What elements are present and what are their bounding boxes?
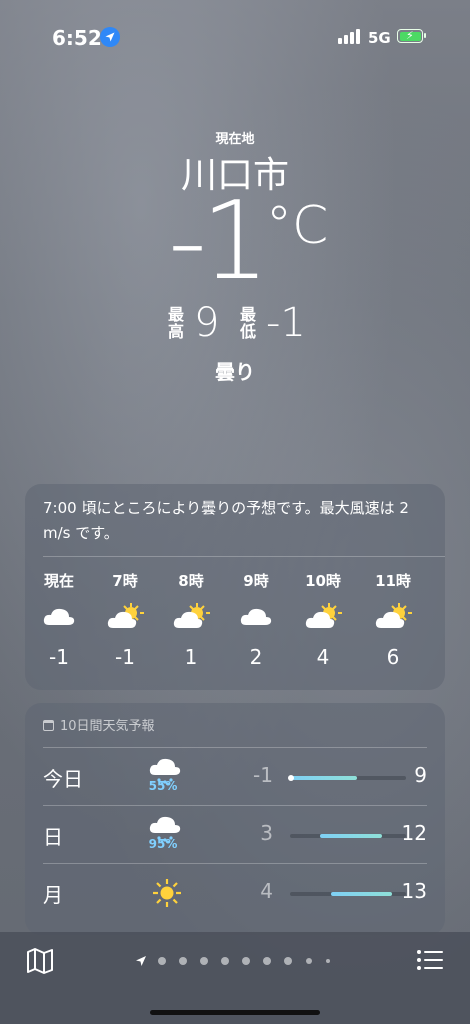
day-label: 日 — [43, 825, 63, 849]
hour-item: 11時 6 — [363, 570, 423, 669]
low-temp: 4 — [260, 879, 273, 903]
low-label: 最低 — [240, 305, 257, 341]
daily-row[interactable]: 今日 55% -1 9 — [43, 747, 427, 805]
hour-label: 11時 — [375, 572, 411, 590]
low-temp: 3 — [260, 821, 273, 845]
temp-range-fill — [330, 892, 393, 896]
hour-temp: 4 — [316, 645, 330, 669]
temperature-unit: °C — [266, 196, 329, 256]
precip-chance: 55% — [148, 779, 178, 793]
battery-charging-icon: ⚡ — [397, 29, 426, 43]
partly-sunny-icon — [161, 601, 221, 637]
hour-label: 8時 — [178, 572, 204, 590]
hour-label: 7時 — [112, 572, 138, 590]
high-label: 最高 — [168, 305, 185, 341]
temp-range-bar — [288, 775, 406, 781]
partly-sunny-icon — [95, 601, 155, 637]
sun-icon — [145, 871, 189, 915]
temp-range-bar — [290, 892, 406, 896]
temp-range-bar — [290, 834, 406, 838]
location-label: 現在地 — [215, 132, 255, 147]
location-arrow-icon — [136, 956, 146, 966]
map-icon[interactable] — [26, 948, 54, 974]
forecast-summary: 7:00 頃にところにより曇りの予想です。最大風速は 2 m/s です。 — [43, 499, 409, 542]
divider — [43, 556, 445, 557]
cloud-icon — [29, 601, 89, 637]
daily-forecast-header: 10日間天気予報 — [43, 715, 155, 734]
daily-row[interactable]: 月 4 13 — [43, 863, 427, 921]
hour-label: 9時 — [243, 572, 269, 590]
list-icon[interactable] — [416, 948, 444, 972]
status-time: 6:52 — [52, 26, 102, 50]
hourly-forecast-card[interactable]: 7:00 頃にところにより曇りの予想です。最大風速は 2 m/s です。 現在 … — [25, 484, 445, 690]
hour-temp: -1 — [115, 645, 135, 669]
daily-forecast-title: 10日間天気予報 — [60, 719, 155, 734]
bottom-toolbar — [0, 932, 470, 1024]
high-temp: 13 — [401, 879, 427, 903]
status-bar: 6:52 5G ⚡ — [0, 0, 470, 60]
hour-item: 8時 1 — [161, 570, 221, 669]
current-temperature: -1 — [168, 179, 270, 304]
hour-temp: 1 — [184, 645, 198, 669]
hour-item: 現在 -1 — [29, 570, 89, 669]
current-condition: 曇り — [215, 360, 255, 384]
calendar-icon — [43, 720, 54, 731]
day-label: 今日 — [43, 767, 83, 791]
hour-label: 10時 — [305, 572, 341, 590]
daily-forecast-card[interactable]: 10日間天気予報 今日 55% -1 9 日 95% 3 12 月 4 13 — [25, 703, 445, 935]
home-indicator — [150, 1010, 320, 1015]
hour-label: 現在 — [43, 572, 74, 590]
cloud-icon — [226, 601, 286, 637]
hour-item: 10時 4 — [293, 570, 353, 669]
day-label: 月 — [43, 883, 63, 907]
partly-sunny-icon — [293, 601, 353, 637]
partly-sunny-icon — [363, 601, 423, 637]
high-temp: 12 — [401, 821, 427, 845]
daily-row[interactable]: 日 95% 3 12 — [43, 805, 427, 863]
hour-temp: 6 — [386, 645, 400, 669]
low-temp: -1 — [253, 763, 273, 787]
hour-temp: -1 — [49, 645, 69, 669]
low-temp: -1 — [266, 300, 306, 346]
network-type: 5G — [368, 29, 391, 47]
temp-range-fill — [320, 834, 382, 838]
hour-temp: 2 — [249, 645, 263, 669]
hour-item: 9時 2 — [226, 570, 286, 669]
high-temp: 9 — [414, 763, 427, 787]
temp-range-fill — [290, 776, 358, 780]
location-services-icon — [100, 27, 120, 47]
cellular-signal-icon — [338, 28, 362, 44]
high-temp: 9 — [194, 300, 220, 346]
high-low: 最高 9 最低 -1 — [168, 300, 308, 350]
hour-item: 7時 -1 — [95, 570, 155, 669]
current-temp-dot — [288, 775, 294, 781]
precip-chance: 95% — [148, 837, 178, 851]
